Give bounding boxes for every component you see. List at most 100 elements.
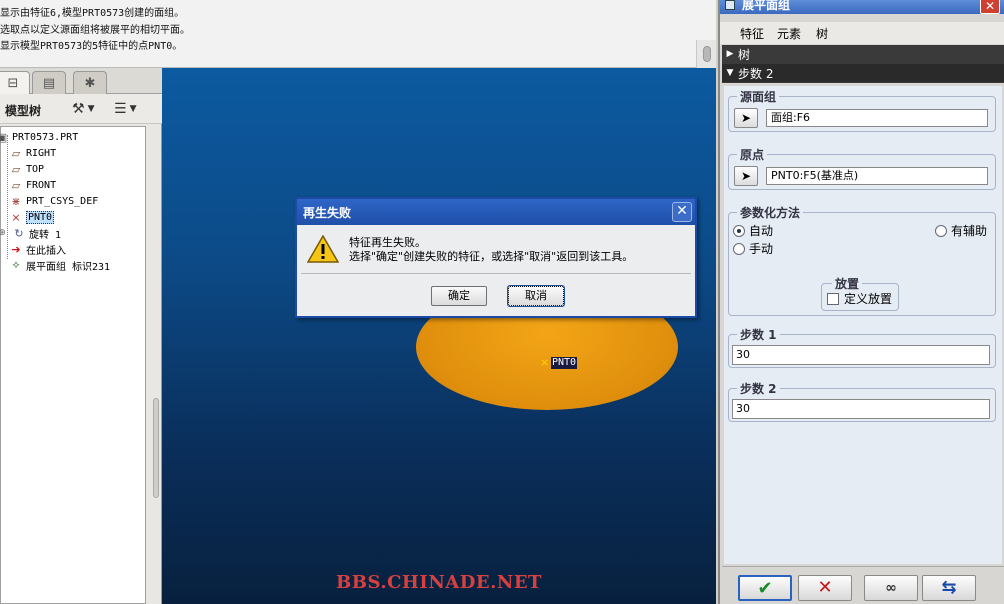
refresh-icon: ⇆	[941, 577, 957, 598]
navigator-panel: ⊟ ▤ ✱ 模型树 ⚒ ▼ ☰ ▼ ▣ PRT0573.PRT ▱ RIGHT ▱ TOP…	[0, 68, 162, 604]
cursor-arrow-icon: ➤	[740, 169, 752, 183]
confirm-button[interactable]: ✔	[738, 575, 792, 601]
tree-item-pnt0[interactable]: × PNT0	[9, 209, 55, 225]
tree-item-label: PRT0573.PRT	[12, 131, 79, 143]
datum-point-icon: ×	[11, 210, 21, 224]
radio-manual[interactable]	[733, 243, 745, 255]
dialog-title: 再生失败	[303, 206, 352, 220]
datum-plane-icon: ▱	[11, 178, 21, 192]
select-origin-button[interactable]: ➤	[734, 166, 758, 186]
message-line-1: 显示由特征6,模型PRT0573创建的面组。	[0, 8, 185, 19]
regenerate-button[interactable]: ⇆	[922, 575, 976, 601]
define-placement-checkbox[interactable]	[827, 293, 839, 305]
message-line-3: 显示模型PRT0573的5特征中的点PNT0。	[0, 41, 183, 52]
tab-folder-browser[interactable]: ▤	[32, 71, 66, 94]
panel-close-button[interactable]: ✕	[980, 0, 1000, 14]
dialog-divider	[301, 273, 691, 274]
source-quilt-field[interactable]: 面组:F6	[766, 109, 988, 127]
tree-settings-button[interactable]: ⚒ ▼	[72, 99, 94, 119]
close-icon: ✕	[984, 0, 996, 13]
origin-group: 原点 ➤ PNT0:F5(基准点)	[728, 146, 996, 190]
regen-failure-dialog: 再生失败 ✕ 特征再生失败。 选择"确定"创建失败的特征，或选择"取消"返回到该…	[295, 197, 697, 318]
tree-item-part[interactable]: ▣ PRT0573.PRT	[0, 129, 78, 145]
checkmark-icon: ✔	[757, 578, 773, 599]
cancel-feature-button[interactable]: ✕	[798, 575, 852, 601]
ok-button[interactable]: 确定	[431, 286, 487, 306]
csys-icon: ⋇	[11, 194, 21, 208]
step2-input[interactable]: 30	[732, 399, 990, 419]
cursor-arrow-icon: ➤	[740, 111, 752, 125]
flatten-quilt-icon: ⟡	[12, 258, 20, 271]
menu-element[interactable]: 元素	[777, 25, 801, 42]
param-method-group: 参数化方法 自动 手动 有辅助 放置 定义放置	[728, 204, 996, 316]
message-scrollbar[interactable]	[696, 40, 716, 68]
preview-button[interactable]: ∞	[864, 575, 918, 601]
tree-item-csys[interactable]: ⋇ PRT_CSYS_DEF	[9, 193, 98, 209]
tree-item-label: 展平面组 标识231	[26, 261, 111, 273]
graphics-window[interactable]: × PNT0 BBS.CHINADE.NET	[162, 68, 716, 604]
nav-tree-row[interactable]: ▶ 树	[722, 45, 1004, 63]
nav-tree-label: 树	[738, 47, 751, 62]
source-quilt-group: 源面组 ➤ 面组:F6	[728, 88, 996, 132]
source-quilt-title: 源面组	[737, 88, 780, 105]
dialog-close-button[interactable]: ✕	[672, 202, 692, 222]
tree-item-insert-here[interactable]: ➔ 在此插入	[9, 241, 66, 257]
tree-item-right[interactable]: ▱ RIGHT	[9, 145, 56, 161]
panel-body: 源面组 ➤ 面组:F6 原点 ➤ PNT0:F5(基准点) 参数化方法 自动 手…	[724, 86, 1002, 564]
panel-footer: ✔ ✕ ∞ ⇆	[722, 566, 1004, 604]
close-icon: ✕	[676, 203, 688, 219]
step1-input[interactable]: 30	[732, 345, 990, 365]
tree-display-button[interactable]: ☰ ▼	[114, 99, 136, 119]
radio-auto[interactable]	[733, 225, 745, 237]
define-placement-label: 定义放置	[844, 292, 893, 306]
tree-item-top[interactable]: ▱ TOP	[9, 161, 44, 177]
radio-auto-label: 自动	[749, 224, 774, 238]
datum-point-label: PNT0	[551, 357, 578, 369]
chevron-down-icon: ▼	[129, 104, 137, 114]
step2-group: 步数 2 30	[728, 380, 996, 422]
tree-tab-icon: ⊟	[7, 76, 19, 91]
window-icon	[725, 0, 735, 10]
tab-favorites[interactable]: ✱	[73, 71, 107, 94]
step1-group: 步数 1 30	[728, 326, 996, 368]
nav-step-label: 步数 2	[738, 66, 774, 81]
insert-arrow-icon: ➔	[11, 242, 21, 256]
panel-splitter[interactable]	[152, 278, 160, 518]
datum-plane-icon: ▱	[11, 146, 21, 160]
tab-model-tree[interactable]: ⊟	[0, 71, 30, 95]
splitter-handle[interactable]	[153, 398, 159, 498]
nav-step-row[interactable]: ▼ 步数 2	[722, 64, 1004, 82]
panel-titlebar[interactable]: 展平面组 ✕	[720, 0, 1004, 14]
menu-feature[interactable]: 特征	[740, 25, 764, 42]
panel-nav: ▶ 树 ▼ 步数 2	[722, 45, 1004, 83]
dialog-message-line-2: 选择"确定"创建失败的特征，或选择"取消"返回到该工具。	[349, 250, 634, 263]
origin-field[interactable]: PNT0:F5(基准点)	[766, 167, 988, 185]
expand-icon: ⊕	[0, 228, 6, 238]
select-quilt-button[interactable]: ➤	[734, 108, 758, 128]
tree-item-revolve[interactable]: ⊕ ↻ 旋转 1	[0, 225, 61, 241]
revolve-icon: ↻	[14, 226, 24, 240]
model-tree-title: 模型树	[5, 104, 42, 118]
message-line-2: 选取点以定义源面组将被展平的相切平面。	[0, 25, 190, 36]
radio-auxiliary[interactable]	[935, 225, 947, 237]
tools-icon: ⚒	[72, 101, 85, 117]
chevron-down-icon: ▼	[87, 104, 95, 114]
scroll-thumb[interactable]	[703, 46, 711, 62]
tree-item-label: RIGHT	[26, 147, 57, 159]
datum-plane-icon: ▱	[11, 162, 21, 176]
tree-item-label: FRONT	[26, 179, 57, 191]
radio-auxiliary-label: 有辅助	[951, 224, 988, 238]
menu-tree[interactable]: 树	[816, 25, 828, 42]
flatten-quilt-panel: 展平面组 ✕ 特征 元素 树 ▶ 树 ▼ 步数 2 源面组 ➤ 面组:F6 原点 ➤…	[718, 0, 1004, 604]
tree-item-label: 在此插入	[26, 245, 66, 257]
tree-item-label: 旋转 1	[29, 229, 62, 241]
cancel-button[interactable]: 取消	[507, 285, 565, 307]
tree-item-front[interactable]: ▱ FRONT	[9, 177, 56, 193]
tree-item-flatten-quilt[interactable]: ⟡ 展平面组 标识231	[9, 257, 110, 273]
model-tree[interactable]: ▣ PRT0573.PRT ▱ RIGHT ▱ TOP ▱ FRONT ⋇ PRT_CSY…	[0, 126, 146, 604]
x-icon: ✕	[817, 577, 833, 598]
datum-point-marker-icon[interactable]: ×	[540, 356, 549, 369]
tree-item-label: TOP	[26, 163, 45, 175]
dialog-titlebar[interactable]: 再生失败 ✕	[297, 199, 695, 225]
watermark: BBS.CHINADE.NET	[336, 572, 542, 593]
